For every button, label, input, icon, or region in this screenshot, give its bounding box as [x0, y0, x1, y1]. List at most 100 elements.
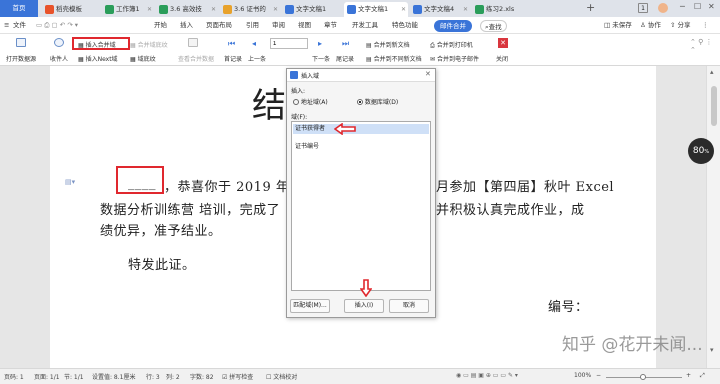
collapse-ribbon-icon[interactable]: ⌃ ⚲ ⋮ ⌃ — [690, 38, 720, 54]
close-icon[interactable]: ✕ — [463, 2, 468, 17]
open-data-source-button[interactable]: 打开数据源 — [6, 54, 36, 63]
menu-chapter[interactable]: 章节 — [324, 17, 337, 34]
view-merge-data-icon[interactable] — [188, 38, 198, 47]
next-record-icon[interactable]: ▸ — [318, 39, 322, 48]
close-mail-merge-button[interactable]: 关闭 — [496, 54, 508, 63]
mail-merge-toolbar: 打开数据源 收件人 ▦ 插入合并域 ▦ 合并域底纹 ▦ 插入Next域 ▦ 域底… — [0, 34, 720, 66]
shading-icon: ▦ — [130, 42, 138, 49]
collab-button[interactable]: ♙ 协作 — [640, 17, 661, 34]
doc-check-button[interactable]: ☐ 文档校对 — [266, 372, 297, 381]
menu-special-features[interactable]: 特色功能 — [392, 17, 418, 34]
tab-text-doc-4[interactable]: 文字文稿4 ✕ — [410, 2, 470, 17]
tab-bar: 首页 稻壳模板 工作簿1 ✕ 3.6 高效技 ✕ 3.6 证书的 ✕ 文字文稿1… — [0, 0, 720, 17]
radio-database-field[interactable]: 数据库域(D) — [357, 97, 398, 106]
close-icon[interactable]: ✕ — [401, 2, 406, 17]
open-data-source-icon[interactable] — [16, 38, 26, 47]
fit-window-icon[interactable]: ⤢ — [700, 372, 705, 380]
tab-certificate[interactable]: 3.6 证书的 ✕ — [220, 2, 280, 17]
red-arrow-down-icon — [360, 279, 372, 297]
status-page-num[interactable]: 页码: 1 — [4, 372, 24, 381]
zoom-out-icon[interactable]: − — [596, 372, 601, 379]
avatar[interactable] — [658, 3, 668, 13]
close-icon[interactable]: ✕ — [273, 2, 278, 17]
menu-file[interactable]: 文件 — [13, 17, 26, 34]
recipients-button[interactable]: 收件人 — [50, 54, 68, 63]
tab-text-doc-1b[interactable]: 文字文稿1 ✕ — [344, 2, 408, 17]
tab-home[interactable]: 首页 — [0, 0, 38, 17]
menu-references[interactable]: 引用 — [246, 17, 259, 34]
merge-diff-docs-button[interactable]: ▤ 合并到不同新文档 — [366, 54, 422, 63]
view-merge-data-button[interactable]: 查看合并数据 — [178, 54, 214, 63]
recipients-icon[interactable] — [54, 38, 64, 47]
tab-efficient-tips[interactable]: 3.6 高效技 ✕ — [156, 2, 218, 17]
prev-record-icon[interactable]: ◂ — [252, 39, 256, 48]
quick-access-icons[interactable]: ▭ ⎙ ▢ ↶ ↷ ▾ — [36, 17, 78, 34]
field-shading-button[interactable]: ▦ 域底纹 — [130, 54, 156, 63]
radio-checked-icon — [357, 99, 363, 105]
status-row: 行: 3 — [146, 374, 160, 381]
list-item[interactable]: 证书编号 — [293, 142, 429, 152]
share-button[interactable]: ⇧ 分享 — [670, 17, 691, 34]
menu-insert[interactable]: 插入 — [180, 17, 193, 34]
menu-hamburger-icon[interactable]: ≡ — [4, 17, 9, 34]
radio-address-field[interactable]: 地址域(A) — [293, 97, 328, 106]
status-word-count[interactable]: 字数: 82 — [190, 372, 214, 381]
tab-workbook1[interactable]: 工作簿1 ✕ — [102, 2, 154, 17]
menu-mail-merge[interactable]: 邮件合并 — [434, 19, 472, 32]
spreadsheet-icon — [475, 5, 484, 14]
insert-button[interactable]: 插入(I) — [344, 299, 384, 313]
minimize-icon[interactable]: ─ — [680, 2, 685, 11]
view-mode-icons[interactable]: ◉ ▭ ▤ ▣ ⊕ ▭ ▭ ✎ ▾ — [456, 372, 518, 379]
cancel-button[interactable]: 取消 — [389, 299, 429, 313]
watermark: 知乎 @花开未闻... — [562, 335, 703, 355]
zoom-slider-handle[interactable] — [640, 374, 646, 380]
status-bar: 页码: 1 页面: 1/1 节: 1/1 设置值: 8.1厘米 行: 3 列: … — [0, 368, 720, 384]
tab-practice-xls[interactable]: 练习2.xls — [472, 2, 532, 17]
zoom-level[interactable]: 100% — [574, 372, 591, 379]
merge-email-button[interactable]: ✉ 合并到电子邮件 — [430, 54, 479, 63]
fields-listbox[interactable]: 证书获得者 证书编号 — [291, 121, 431, 291]
close-icon[interactable]: ✕ — [211, 2, 216, 17]
window-close-icon[interactable]: ✕ — [708, 2, 715, 11]
merge-printer-button[interactable]: ⎙ 合并到打印机 — [430, 40, 473, 50]
status-pages[interactable]: 页面: 1/1 — [34, 372, 60, 381]
insert-next-field-button[interactable]: ▦ 插入Next域 — [78, 54, 118, 63]
menu-review[interactable]: 审阅 — [272, 17, 285, 34]
menu-developer[interactable]: 开发工具 — [352, 17, 378, 34]
first-record-icon[interactable]: ⏮ — [228, 39, 235, 49]
last-record-button[interactable]: 尾记录 — [336, 54, 354, 63]
merge-field-shading-button[interactable]: ▦ 合并域底纹 — [130, 40, 168, 49]
merge-new-doc-button[interactable]: ▤ 合并到新文档 — [366, 40, 410, 49]
close-icon[interactable]: ✕ — [147, 2, 152, 17]
match-fields-button[interactable]: 匹配域(M)... — [290, 299, 330, 313]
merge-docs-icon: ▤ — [366, 56, 374, 63]
spell-check-button[interactable]: ☑ 拼写检查 — [222, 372, 253, 381]
menu-view[interactable]: 视图 — [298, 17, 311, 34]
list-item[interactable]: 证书获得者 — [293, 124, 429, 134]
insert-label: 插入: — [291, 88, 306, 95]
docer-icon — [45, 5, 54, 14]
menu-home[interactable]: 开始 — [154, 17, 167, 34]
tab-docer-templates[interactable]: 稻壳模板 — [42, 2, 100, 17]
prev-record-button[interactable]: 上一条 — [248, 54, 266, 63]
new-tab-button[interactable]: + — [586, 1, 595, 14]
tab-text-doc-1a[interactable]: 文字文稿1 — [282, 2, 342, 17]
close-mail-merge-icon[interactable]: ✕ — [498, 38, 508, 48]
next-record-button[interactable]: 下一条 — [312, 54, 330, 63]
dialog-title: 插入域 — [301, 73, 320, 80]
search-box[interactable]: ⌕查找 — [480, 19, 507, 32]
zoom-in-icon[interactable]: + — [686, 372, 691, 379]
scroll-up-icon[interactable]: ▴ — [710, 68, 714, 76]
scrollbar-thumb[interactable] — [711, 86, 717, 126]
scroll-down-icon[interactable]: ▾ — [710, 346, 714, 354]
menu-page-layout[interactable]: 页面布局 — [206, 17, 232, 34]
dialog-close-icon[interactable]: ✕ — [425, 70, 431, 78]
paragraph-marker-icon: ▤▾ — [65, 178, 76, 186]
last-record-icon[interactable]: ⏭ — [342, 39, 349, 49]
more-menu-icon[interactable]: ⋮ — [702, 17, 709, 34]
record-number-input[interactable] — [270, 38, 308, 49]
first-record-button[interactable]: 首记录 — [224, 54, 242, 63]
maximize-icon[interactable]: ☐ — [694, 2, 701, 11]
unsaved-status[interactable]: ◫ 未保存 — [604, 17, 632, 34]
zoom-badge[interactable]: 80% — [688, 138, 714, 164]
